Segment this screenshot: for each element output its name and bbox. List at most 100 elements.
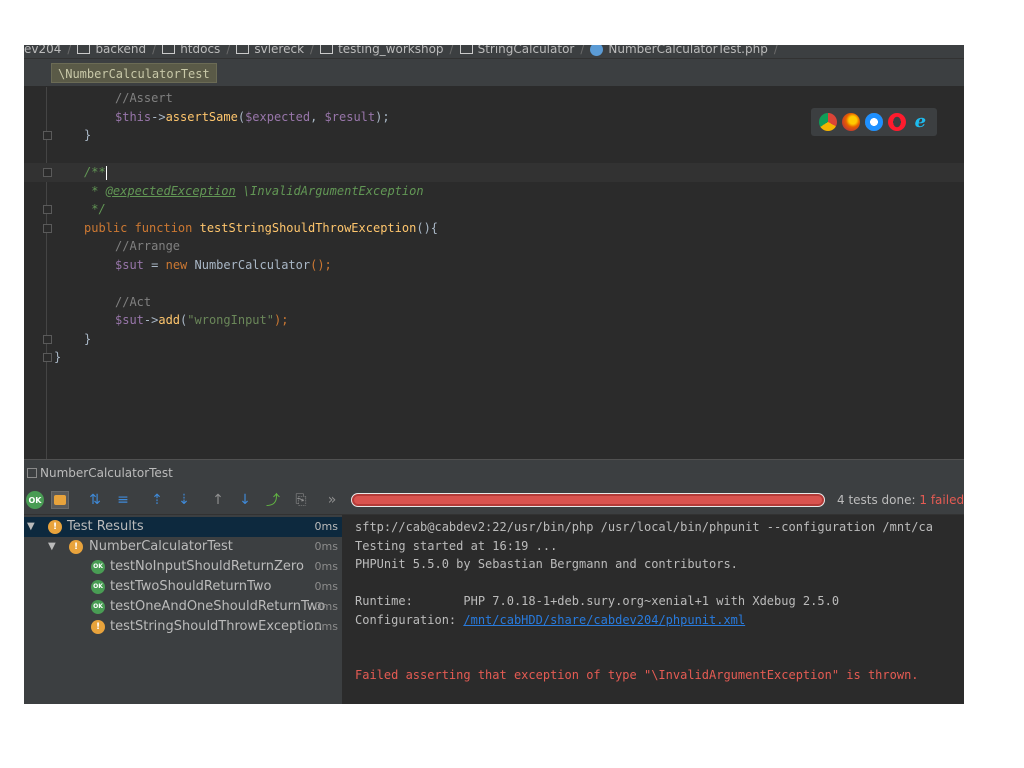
breadcrumb-item[interactable]: svlereck xyxy=(230,45,304,56)
console-line: Runtime: PHP 7.0.18-1+deb.sury.org~xenia… xyxy=(355,592,839,611)
folder-icon xyxy=(77,45,91,54)
tests-failed-text: 1 failed – xyxy=(919,493,964,507)
breadcrumb-label: testing_workshop xyxy=(338,45,444,56)
tree-row-test-results[interactable]: ▼ ! Test Results 0ms xyxy=(24,517,342,537)
breadcrumb-item[interactable]: testing_workshop xyxy=(314,45,444,56)
editor-tab[interactable]: \NumberCalculatorTest xyxy=(51,63,217,83)
breadcrumb-separator: / xyxy=(773,45,778,56)
show-ignored-button[interactable] xyxy=(51,491,69,509)
passed-icon: OK xyxy=(91,580,105,594)
breadcrumb-item[interactable]: htdocs xyxy=(156,45,220,56)
code-variable: $this xyxy=(115,109,152,124)
code-doc-comment: /** xyxy=(84,165,106,179)
sort-alpha-icon[interactable]: ⇅ xyxy=(86,491,104,509)
tests-done-text: 4 tests done: xyxy=(837,493,920,507)
console-output[interactable]: sftp://cab@cabdev2:22/usr/bin/php /usr/l… xyxy=(343,515,964,704)
tree-row-test[interactable]: OK testTwoShouldReturnTwo 0ms xyxy=(24,577,342,597)
safari-icon[interactable] xyxy=(864,113,883,131)
ide-window: ev204 / backend / htdocs / svlereck / te… xyxy=(24,45,964,704)
fold-marker-icon[interactable] xyxy=(43,334,52,344)
ie-icon[interactable]: e xyxy=(911,113,930,131)
console-line: Testing started at 16:19 ... xyxy=(355,538,558,553)
breadcrumb-item[interactable]: backend xyxy=(71,45,146,56)
code-line: } xyxy=(24,348,964,367)
collapse-all-icon[interactable]: ⇣ xyxy=(175,491,193,509)
code-brace: } xyxy=(54,350,62,364)
config-file-link[interactable]: /mnt/cabHDD/share/cabdev204/phpunit.xml xyxy=(463,613,745,627)
tree-row-test-failed[interactable]: ! testStringShouldThrowException 0ms xyxy=(24,617,342,637)
run-panel-title-text: NumberCalculatorTest xyxy=(40,466,173,480)
tree-row-test[interactable]: OK testNoInputShouldReturnZero 0ms xyxy=(24,557,342,577)
tree-item-time: 0ms xyxy=(314,620,338,633)
editor-tab-strip: \NumberCalculatorTest xyxy=(24,59,964,87)
warning-icon: ! xyxy=(91,620,105,634)
tree-item-time: 0ms xyxy=(314,520,338,533)
breadcrumb-item[interactable]: ev204 xyxy=(24,45,61,56)
breadcrumb-label: svlereck xyxy=(254,45,305,56)
code-class: NumberCalculator xyxy=(194,257,311,272)
passed-icon: OK xyxy=(91,560,105,574)
code-line: */ xyxy=(24,200,964,219)
more-actions-button[interactable]: » xyxy=(323,491,341,509)
expand-arrow-icon[interactable]: ▼ xyxy=(27,517,35,537)
import-results-icon[interactable]: ⎘ xyxy=(292,491,310,509)
chrome-icon[interactable] xyxy=(818,113,837,131)
code-punct: ); xyxy=(375,109,390,124)
code-line: //Act xyxy=(24,293,964,312)
code-line-current: /** xyxy=(24,163,964,182)
opera-icon[interactable] xyxy=(888,113,907,131)
expand-all-icon[interactable]: ⇡ xyxy=(148,491,166,509)
code-variable: $result xyxy=(324,109,376,124)
tree-row-test[interactable]: OK testOneAndOneShouldReturnTwo 0ms xyxy=(24,597,342,617)
export-results-icon[interactable]: ⤴ xyxy=(264,491,282,509)
code-punct: , xyxy=(310,109,325,124)
console-line: PHPUnit 5.5.0 by Sebastian Bergmann and … xyxy=(355,557,738,571)
code-operator: -> xyxy=(143,313,159,327)
code-function: assertSame xyxy=(165,109,238,124)
code-line: //Assert xyxy=(24,89,964,108)
code-line: } xyxy=(24,330,964,349)
fold-marker-icon[interactable] xyxy=(43,131,52,140)
tree-item-label: Test Results xyxy=(67,519,144,534)
fold-marker-icon[interactable] xyxy=(43,223,52,233)
breadcrumb-label: htdocs xyxy=(180,45,221,56)
tree-row-suite[interactable]: ▼ ! NumberCalculatorTest 0ms xyxy=(24,537,342,557)
tree-item-label: testStringShouldThrowException xyxy=(110,619,323,634)
fold-marker-icon[interactable] xyxy=(43,353,52,362)
console-label: Configuration: xyxy=(355,612,464,627)
code-doc-comment: \InvalidArgumentException xyxy=(235,183,424,198)
code-line: public function testStringShouldThrowExc… xyxy=(24,219,964,238)
folder-icon xyxy=(459,45,473,54)
code-function: testStringShouldThrowException xyxy=(199,220,417,235)
text-caret xyxy=(105,165,107,180)
tests-summary: 4 tests done: 1 failed – xyxy=(837,485,964,515)
code-punct: ( xyxy=(237,109,246,124)
tree-item-time: 0ms xyxy=(314,540,338,553)
folder-icon xyxy=(320,45,334,54)
code-brace: } xyxy=(84,128,92,142)
code-comment: //Arrange xyxy=(115,239,181,253)
tree-item-time: 0ms xyxy=(314,580,338,593)
code-variable: $sut xyxy=(115,257,144,272)
next-failed-icon[interactable]: ↓ xyxy=(236,491,254,509)
code-punct: (){ xyxy=(416,220,439,235)
folder-icon xyxy=(236,45,250,54)
tree-item-time: 0ms xyxy=(314,600,338,613)
expand-arrow-icon[interactable]: ▼ xyxy=(48,537,56,557)
code-line: $sut->add("wrongInput"); xyxy=(24,311,964,330)
code-editor[interactable]: //Assert $this->assertSame($expected, $r… xyxy=(24,87,964,459)
breadcrumb: ev204 / backend / htdocs / svlereck / te… xyxy=(24,45,964,59)
breadcrumb-item[interactable]: NumberCalculatorTest.php xyxy=(584,45,768,56)
code-doc-comment: */ xyxy=(84,202,106,216)
console-label: Runtime: xyxy=(355,594,464,608)
fold-marker-icon[interactable] xyxy=(43,205,52,214)
firefox-icon[interactable] xyxy=(841,113,860,131)
show-passed-button[interactable]: OK xyxy=(26,491,44,509)
fold-marker-icon[interactable] xyxy=(43,168,52,177)
code-doc-tag[interactable]: @expectedException xyxy=(106,184,236,198)
sort-duration-icon[interactable]: ≡ xyxy=(114,491,132,509)
breadcrumb-item[interactable]: StringCalculator xyxy=(454,45,574,56)
code-variable: $sut xyxy=(115,313,144,327)
code-brace: } xyxy=(84,331,92,346)
previous-failed-icon[interactable]: ↑ xyxy=(209,491,227,509)
